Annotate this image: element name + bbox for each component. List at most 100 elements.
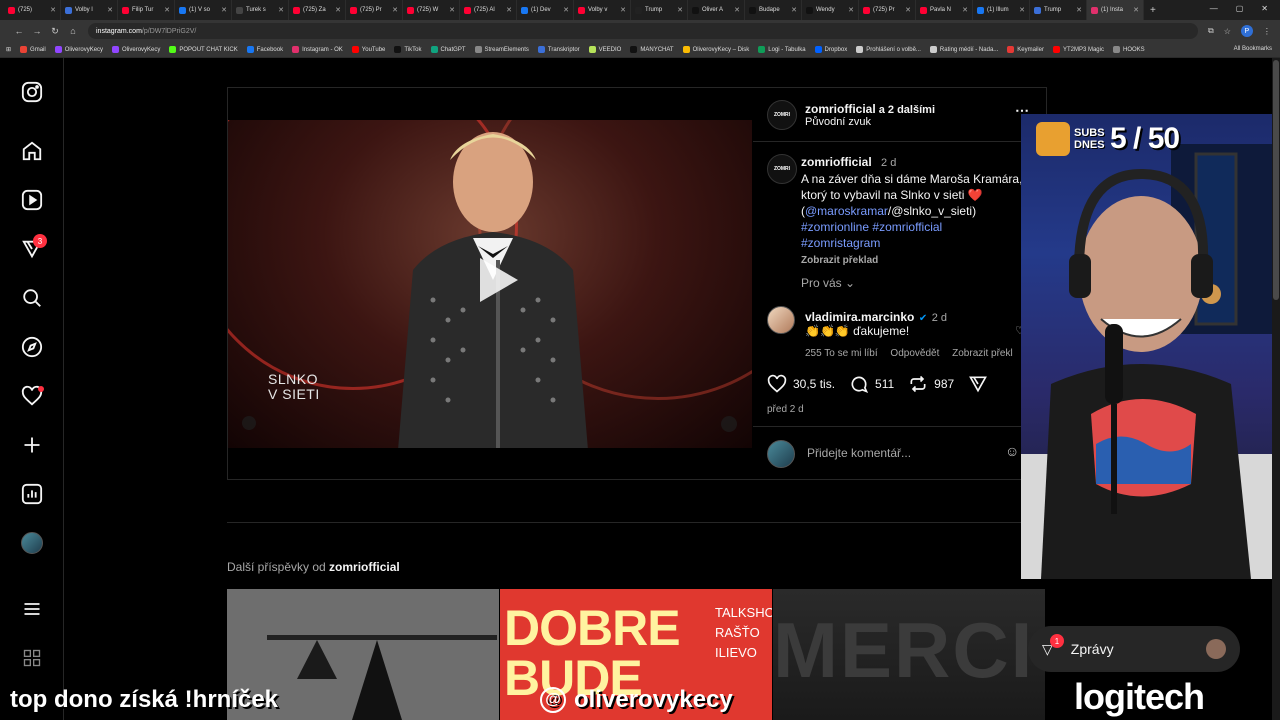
apps-grid-icon[interactable] (20, 646, 44, 670)
create-icon[interactable] (20, 433, 44, 457)
minimize-icon[interactable]: — (1210, 4, 1218, 13)
tab-close-icon[interactable]: ✕ (1019, 6, 1025, 14)
dashboard-icon[interactable] (20, 482, 44, 506)
browser-tab[interactable]: Pavla N ✕ (916, 0, 973, 20)
repost-button[interactable]: 987 (908, 374, 954, 394)
tab-close-icon[interactable]: ✕ (848, 6, 854, 14)
tab-close-icon[interactable]: ✕ (962, 6, 968, 14)
browser-tab[interactable]: (725) Pr ✕ (346, 0, 403, 20)
home-icon[interactable]: ⌂ (64, 26, 82, 36)
browser-tab[interactable]: Volby v ✕ (574, 0, 631, 20)
more-menu-icon[interactable] (20, 597, 44, 621)
browser-tab[interactable]: (725) Al ✕ (460, 0, 517, 20)
for-you-toggle[interactable]: Pro vás ⌄ (801, 276, 855, 290)
translate-link[interactable]: Zobrazit překlad (801, 255, 878, 266)
maximize-icon[interactable]: ▢ (1236, 4, 1244, 13)
play-icon[interactable] (466, 250, 526, 310)
hashtag-link[interactable]: #zomriofficial (872, 220, 942, 234)
tab-close-icon[interactable]: ✕ (278, 6, 284, 14)
bookmark-item[interactable]: Rating médií - Nada... (929, 46, 998, 53)
browser-tab[interactable]: Filip Tur ✕ (118, 0, 175, 20)
tab-close-icon[interactable]: ✕ (506, 6, 512, 14)
page-scrollbar[interactable] (1272, 58, 1280, 720)
bookmark-star-icon[interactable]: ☆ (1224, 27, 1231, 36)
tab-close-icon[interactable]: ✕ (791, 6, 797, 14)
browser-tab[interactable]: Oliver A ✕ (688, 0, 745, 20)
browser-tab[interactable]: Volby l ✕ (61, 0, 118, 20)
comment-translate[interactable]: Zobrazit překl (952, 348, 1013, 359)
bookmark-item[interactable]: Dropbox (814, 46, 847, 53)
audio-label[interactable]: Původní zvuk (805, 116, 871, 128)
extension-icon[interactable]: ⧉ (1208, 26, 1214, 36)
browser-tab[interactable]: (1) Dev ✕ (517, 0, 574, 20)
reload-icon[interactable]: ↻ (46, 26, 64, 37)
browser-tab[interactable]: Budape ✕ (745, 0, 802, 20)
browser-tab[interactable]: (1) Insta ✕ (1087, 0, 1144, 20)
scroll-thumb[interactable] (1273, 60, 1279, 300)
explore-icon[interactable] (20, 335, 44, 359)
bookmark-item[interactable]: Transkriptor (537, 46, 580, 53)
messages-button[interactable]: ▽ Zprávy (1028, 626, 1240, 672)
browser-tab[interactable]: (725) ✕ (4, 0, 61, 20)
bookmark-item[interactable]: Prohlášení o volbě... (856, 46, 921, 53)
comment-input[interactable]: Přidejte komentář... (807, 446, 911, 460)
home-icon[interactable] (20, 139, 44, 163)
browser-tab[interactable]: (725) Za ✕ (289, 0, 346, 20)
tab-close-icon[interactable]: ✕ (905, 6, 911, 14)
coauthors[interactable]: a 2 dalšími (876, 104, 935, 116)
bookmark-item[interactable]: OliverovyKecy (112, 46, 160, 53)
mute-icon[interactable] (721, 416, 737, 432)
tab-close-icon[interactable]: ✕ (392, 6, 398, 14)
comment-button[interactable]: 511 (849, 374, 894, 394)
bookmark-item[interactable]: OliverovyKecy – Disk (682, 46, 749, 53)
new-tab-button[interactable]: + (1150, 5, 1156, 16)
tab-close-icon[interactable]: ✕ (1076, 6, 1082, 14)
menu-dots-icon[interactable]: ⋮ (1263, 27, 1271, 36)
close-icon[interactable]: ✕ (1261, 4, 1268, 13)
caption-avatar[interactable]: ZOMRI (767, 154, 797, 184)
bookmark-item[interactable]: YT2MP3 Magic (1052, 46, 1104, 53)
tab-close-icon[interactable]: ✕ (164, 6, 170, 14)
hashtag-link[interactable]: #zomrionline (801, 220, 869, 234)
browser-tab[interactable]: (725) Pr ✕ (859, 0, 916, 20)
browser-tab[interactable]: (725) W ✕ (403, 0, 460, 20)
caption-username[interactable]: zomriofficial (801, 155, 872, 169)
back-icon[interactable]: ← (10, 26, 28, 36)
bookmark-item[interactable]: TikTok (394, 46, 422, 53)
browser-tab[interactable]: Wendy ✕ (802, 0, 859, 20)
bookmark-item[interactable]: OliverovyKecy (54, 46, 103, 53)
bookmark-item[interactable]: Facebook (246, 46, 283, 53)
emoji-icon[interactable]: ☺ (1005, 443, 1019, 459)
post-video[interactable]: SLNKO V SIETI (228, 88, 752, 479)
tab-close-icon[interactable]: ✕ (449, 6, 455, 14)
bookmark-item[interactable]: POPOUT CHAT KICK (169, 46, 238, 53)
search-icon[interactable] (20, 286, 44, 310)
browser-tab[interactable]: (1) Illum ✕ (973, 0, 1030, 20)
reply-button[interactable]: Odpovědět (890, 348, 939, 359)
bookmark-item[interactable]: YouTube (351, 46, 385, 53)
bookmark-item[interactable]: HOOKS (1112, 46, 1145, 53)
apps-grid-icon[interactable]: ⊞ (6, 46, 11, 53)
bookmark-item[interactable]: MANYCHAT (630, 46, 674, 53)
reels-icon[interactable] (20, 188, 44, 212)
profile-avatar[interactable]: P (1240, 25, 1253, 37)
bookmark-item[interactable]: Gmail (20, 46, 46, 53)
tab-close-icon[interactable]: ✕ (677, 6, 683, 14)
more-posts-user[interactable]: zomriofficial (329, 560, 400, 574)
commenter-avatar[interactable] (767, 306, 795, 334)
tagged-people-icon[interactable] (242, 416, 256, 430)
related-post-thumbnail[interactable]: MERCI (773, 589, 1045, 720)
mention-link[interactable]: @maroskramar (805, 204, 888, 218)
share-button[interactable] (968, 374, 994, 394)
hashtag-link[interactable]: #zomristagram (801, 236, 880, 250)
commenter-username[interactable]: vladimira.marcinko (805, 310, 914, 324)
browser-tab[interactable]: Trump ✕ (631, 0, 688, 20)
tab-close-icon[interactable]: ✕ (107, 6, 113, 14)
bookmark-item[interactable]: Keymailer (1007, 46, 1044, 53)
comment-likes[interactable]: 255 To se mi líbí (805, 348, 878, 359)
browser-tab[interactable]: Turek s ✕ (232, 0, 289, 20)
bookmark-item[interactable]: VEEDIO (588, 46, 621, 53)
bookmark-item[interactable]: StreamElements (474, 46, 529, 53)
tab-close-icon[interactable]: ✕ (335, 6, 341, 14)
tab-close-icon[interactable]: ✕ (734, 6, 740, 14)
